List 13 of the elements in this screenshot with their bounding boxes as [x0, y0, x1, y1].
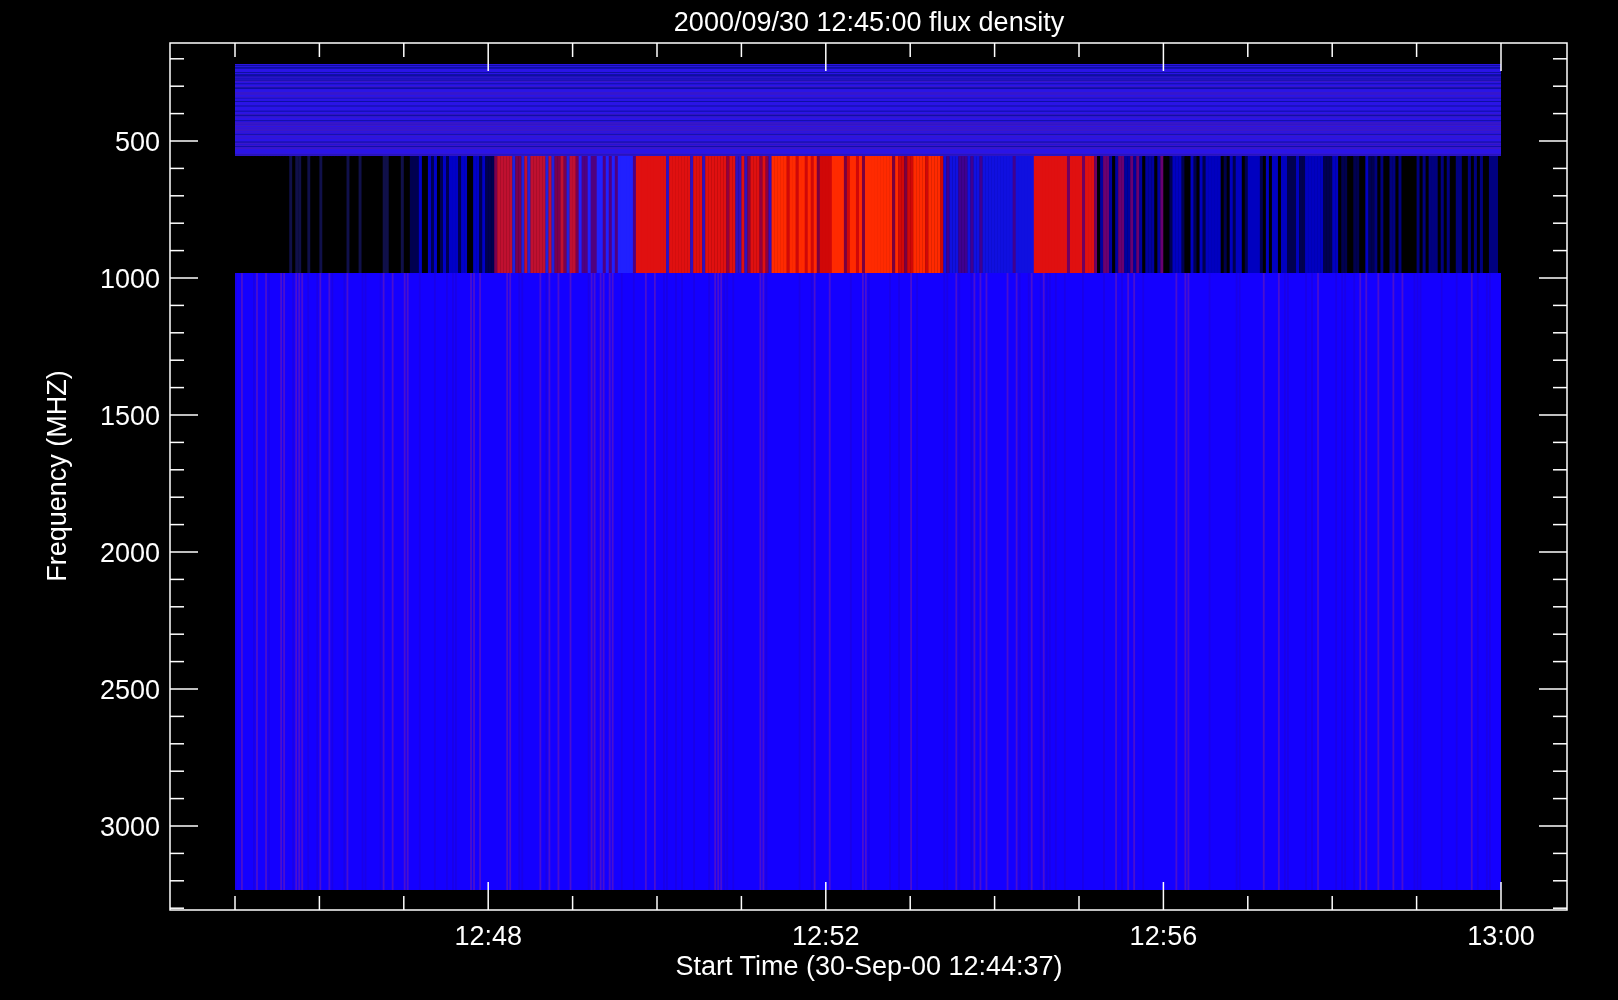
tick-label: 1000	[99, 264, 160, 294]
axis-label: Frequency (MHZ)	[42, 370, 72, 582]
tick-label: 12:48	[454, 921, 522, 951]
tick-label: 3000	[99, 812, 160, 842]
tick-label: 500	[114, 127, 160, 157]
tick-label: 12:52	[792, 921, 860, 951]
tick-label: 2000	[99, 538, 160, 568]
chart-title: 2000/09/30 12:45:00 flux density	[673, 7, 1065, 37]
tick-label: 1500	[99, 401, 160, 431]
axis-label: Start Time (30-Sep-00 12:44:37)	[675, 951, 1063, 981]
tick-label: 12:56	[1129, 921, 1198, 951]
tick-label: 13:00	[1467, 921, 1535, 951]
tick-label: 2500	[99, 675, 160, 705]
